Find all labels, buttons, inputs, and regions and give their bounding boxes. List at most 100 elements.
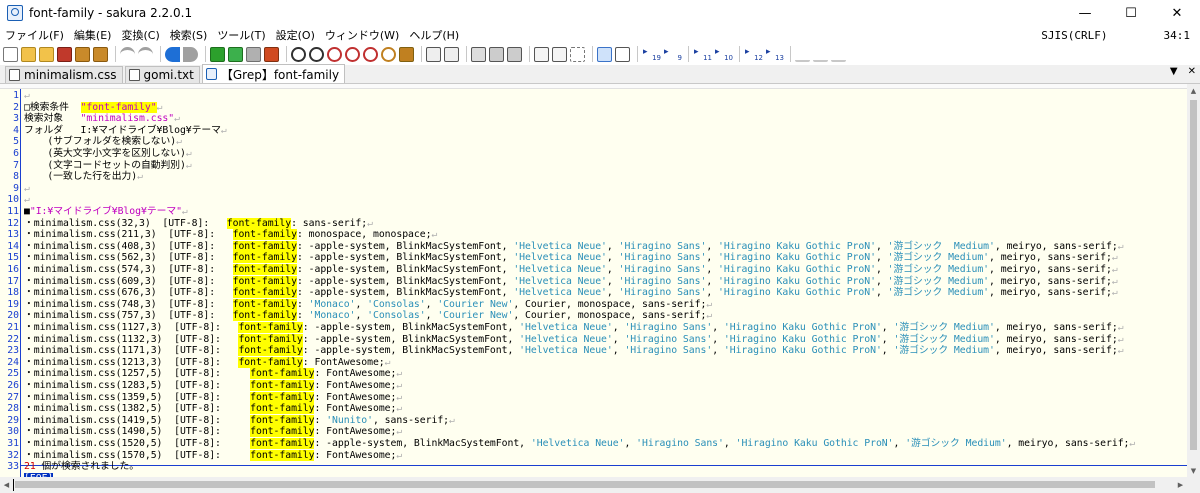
menu-help[interactable]: ヘルプ(H): [404, 27, 464, 43]
editor-line[interactable]: フォルダ I:¥マイドライブ¥Blog¥テーマ↵: [24, 125, 227, 137]
editor-line[interactable]: ・minimalism.css(562,3) [UTF-8]: font-fam…: [24, 252, 1118, 264]
tab-close-icon[interactable]: ✕: [1188, 66, 1196, 77]
macro-13-icon[interactable]: 13: [765, 47, 784, 62]
horizontal-split-icon[interactable]: [597, 46, 612, 62]
horizontal-scrollbar[interactable]: ◀ ▶: [0, 477, 1187, 493]
editor-line[interactable]: ・minimalism.css(1490,5) [UTF-8]: font-fa…: [24, 426, 402, 438]
new-file-icon[interactable]: [3, 46, 18, 62]
macro-19-icon[interactable]: 19: [642, 47, 661, 62]
editor-line[interactable]: ・minimalism.css(574,3) [UTF-8]: font-fam…: [24, 264, 1118, 276]
editor-line[interactable]: ・minimalism.css(676,3) [UTF-8]: font-fam…: [24, 287, 1118, 299]
grep-icon[interactable]: [381, 46, 396, 62]
tab-list-dropdown-icon[interactable]: ▼: [1170, 66, 1178, 77]
save-all-icon[interactable]: [93, 46, 108, 62]
editor-line[interactable]: ・minimalism.css(1132,3) [UTF-8]: font-fa…: [24, 333, 1124, 346]
scroll-up-icon[interactable]: ▲: [1187, 84, 1200, 97]
close-file-icon[interactable]: [57, 46, 72, 62]
vertical-split-icon[interactable]: [615, 46, 630, 62]
editor-line[interactable]: ・minimalism.css(1520,5) [UTF-8]: font-fa…: [24, 438, 1135, 450]
menu-tools[interactable]: ツール(T): [212, 27, 270, 43]
redo-icon[interactable]: [138, 46, 153, 62]
horizontal-scroll-track[interactable]: [13, 477, 1174, 493]
macro-11-icon[interactable]: 11: [693, 47, 712, 62]
open-folder-icon[interactable]: [21, 46, 36, 62]
search-mark-icon[interactable]: [345, 46, 360, 62]
minimize-button[interactable]: —: [1062, 0, 1108, 26]
editor-line[interactable]: (英大文字小文字を区別しない)↵: [24, 148, 191, 160]
macro-10-icon[interactable]: 10: [714, 47, 733, 62]
vertical-scroll-thumb[interactable]: [1190, 100, 1197, 450]
cut-icon[interactable]: [210, 46, 225, 62]
editor-line[interactable]: (文字コードセットの自動判別)↵: [24, 160, 191, 172]
outline-icon[interactable]: [444, 46, 459, 62]
editor-line[interactable]: ・minimalism.css(211,3) [UTF-8]: font-fam…: [24, 229, 437, 241]
editor-line[interactable]: ・minimalism.css(1127,3) [UTF-8]: font-fa…: [24, 322, 1124, 334]
editor-line[interactable]: ・minimalism.css(1570,5) [UTF-8]: font-fa…: [24, 449, 402, 462]
disabled-tool-icon[interactable]: [831, 47, 846, 62]
editor-line[interactable]: ↵: [24, 90, 30, 102]
print-icon[interactable]: [489, 46, 504, 62]
editor-line[interactable]: ・minimalism.css(1382,5) [UTF-8]: font-fa…: [24, 403, 402, 415]
editor-line[interactable]: (一致した行を出力)↵: [24, 171, 143, 183]
grep-replace-icon[interactable]: [399, 46, 414, 62]
editor-line[interactable]: ・minimalism.css(757,3) [UTF-8]: font-fam…: [24, 310, 712, 322]
menu-window[interactable]: ウィンドウ(W): [320, 27, 404, 43]
menu-file[interactable]: ファイル(F): [0, 27, 69, 43]
horizontal-scroll-thumb[interactable]: [15, 481, 1155, 488]
jump-forward-icon[interactable]: [183, 46, 198, 62]
editor-line[interactable]: ・minimalism.css(609,3) [UTF-8]: font-fam…: [24, 275, 1118, 288]
editor-area[interactable]: 1 ↵ 2 □検索条件 "font-family"↵ 3 検索対象 "minimalism…: [0, 89, 1187, 477]
compare-icon[interactable]: [426, 46, 441, 62]
print-preview-icon[interactable]: [507, 46, 522, 62]
menu-settings[interactable]: 設定(O): [271, 27, 320, 43]
vertical-scrollbar[interactable]: ▲ ▼: [1187, 84, 1200, 477]
editor-line[interactable]: 21 個が検索されました。: [24, 461, 139, 473]
macro-12-icon[interactable]: 12: [744, 47, 763, 62]
undo-icon[interactable]: [120, 46, 135, 62]
search-icon[interactable]: [291, 46, 306, 62]
copy-icon[interactable]: [228, 46, 243, 62]
menu-edit[interactable]: 編集(E): [69, 27, 117, 43]
replace-icon[interactable]: [363, 46, 378, 62]
tag-jump-icon[interactable]: [471, 46, 486, 62]
menu-convert[interactable]: 変換(C): [116, 27, 164, 43]
editor-line[interactable]: ・minimalism.css(1359,5) [UTF-8]: font-fa…: [24, 391, 402, 404]
paste-icon[interactable]: [246, 46, 261, 62]
close-button[interactable]: ✕: [1154, 0, 1200, 26]
editor-line[interactable]: ■"I:¥マイドライブ¥Blog¥テーマ"↵: [24, 206, 188, 218]
sakura-app-icon[interactable]: [7, 5, 23, 21]
tab-minimalism-css[interactable]: minimalism.css: [5, 66, 123, 83]
disabled-tool-icon[interactable]: [813, 47, 828, 62]
scroll-right-icon[interactable]: ▶: [1174, 477, 1187, 493]
scroll-left-icon[interactable]: ◀: [0, 477, 13, 493]
editor-line[interactable]: ・minimalism.css(1283,5) [UTF-8]: font-fa…: [24, 380, 402, 392]
brush-icon[interactable]: [264, 46, 279, 62]
editor-line[interactable]: □検索条件 "font-family"↵: [24, 101, 162, 114]
tab-grep-font-family[interactable]: 【Grep】font-family: [201, 64, 346, 83]
editor-line[interactable]: ↵: [24, 194, 30, 206]
macro-9-icon[interactable]: 9: [663, 47, 682, 62]
settings-icon[interactable]: [534, 46, 549, 62]
wrap-icon[interactable]: [570, 46, 585, 62]
open-recent-icon[interactable]: [39, 46, 54, 62]
editor-line[interactable]: ・minimalism.css(1419,5) [UTF-8]: font-fa…: [24, 414, 455, 427]
editor-line[interactable]: ↵: [24, 183, 30, 195]
editor-line[interactable]: 検索対象 "minimalism.css"↵: [24, 113, 180, 125]
editor-line[interactable]: ・minimalism.css(32,3) [UTF-8]: font-fami…: [24, 217, 373, 230]
jump-back-icon[interactable]: [165, 46, 180, 62]
editor-line[interactable]: ・minimalism.css(408,3) [UTF-8]: font-fam…: [24, 240, 1124, 253]
editor-line[interactable]: ・minimalism.css(1213,3) [UTF-8]: font-fa…: [24, 356, 391, 369]
editor-line[interactable]: ・minimalism.css(748,3) [UTF-8]: font-fam…: [24, 298, 712, 311]
search-prev-icon[interactable]: [327, 46, 342, 62]
editor-line[interactable]: (サブフォルダを検索しない)↵: [24, 136, 182, 148]
save-icon[interactable]: [75, 46, 90, 62]
font-settings-icon[interactable]: [552, 46, 567, 62]
menu-search[interactable]: 検索(S): [165, 27, 213, 43]
tab-gomi-txt[interactable]: gomi.txt: [124, 66, 200, 83]
editor-line[interactable]: ・minimalism.css(1257,5) [UTF-8]: font-fa…: [24, 368, 402, 380]
maximize-button[interactable]: ☐: [1108, 0, 1154, 26]
disabled-tool-icon[interactable]: [795, 47, 810, 62]
editor-line[interactable]: ・minimalism.css(1171,3) [UTF-8]: font-fa…: [24, 345, 1124, 357]
search-next-icon[interactable]: [309, 46, 324, 62]
scroll-down-icon[interactable]: ▼: [1187, 464, 1200, 477]
